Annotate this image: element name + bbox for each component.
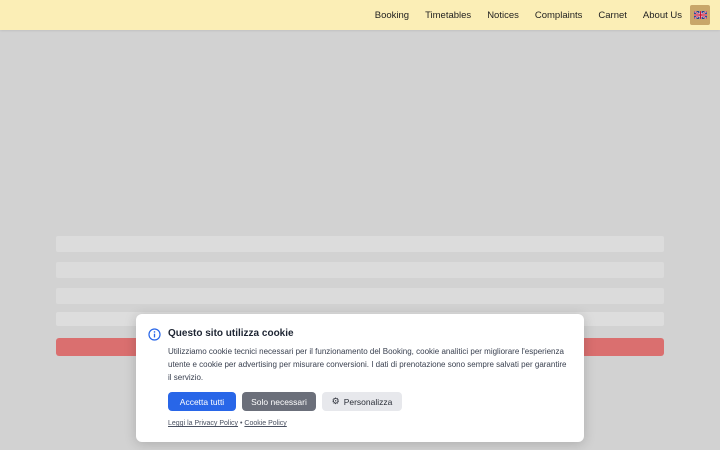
uk-flag-icon	[693, 11, 707, 19]
only-necessary-button[interactable]: Solo necessari	[242, 392, 316, 411]
customize-label: Personalizza	[343, 396, 393, 407]
language-button[interactable]	[690, 5, 710, 25]
links-separator: •	[239, 420, 243, 427]
nav-about-us[interactable]: About Us	[643, 10, 682, 21]
top-navbar: Booking Timetables Notices Complaints Ca…	[0, 0, 720, 30]
arrival-field	[56, 262, 664, 278]
cookie-policy-link[interactable]: Cookie Policy	[244, 420, 286, 427]
cookie-text: Utilizziamo cookie tecnici necessari per…	[168, 347, 567, 382]
policy-links: Leggi la Privacy Policy • Cookie Policy	[168, 420, 287, 427]
accept-all-button[interactable]: Accetta tutti	[168, 392, 236, 411]
nav-timetables[interactable]: Timetables	[425, 10, 471, 21]
customize-button[interactable]: ⚙ Personalizza	[322, 392, 402, 411]
cookie-dialog: Questo sito utilizza cookie Utilizziamo …	[136, 314, 584, 442]
gear-icon: ⚙	[331, 396, 340, 406]
date-field	[56, 288, 664, 304]
nav-carnet[interactable]: Carnet	[598, 10, 627, 21]
privacy-policy-link[interactable]: Leggi la Privacy Policy	[168, 420, 238, 427]
nav-booking[interactable]: Booking	[375, 10, 409, 21]
info-icon	[148, 328, 161, 341]
cookie-title: Questo sito utilizza cookie	[168, 328, 294, 339]
nav-complaints[interactable]: Complaints	[535, 10, 583, 21]
departure-field	[56, 236, 664, 252]
main-nav: Booking Timetables Notices Complaints Ca…	[359, 0, 710, 30]
nav-notices[interactable]: Notices	[487, 10, 519, 21]
